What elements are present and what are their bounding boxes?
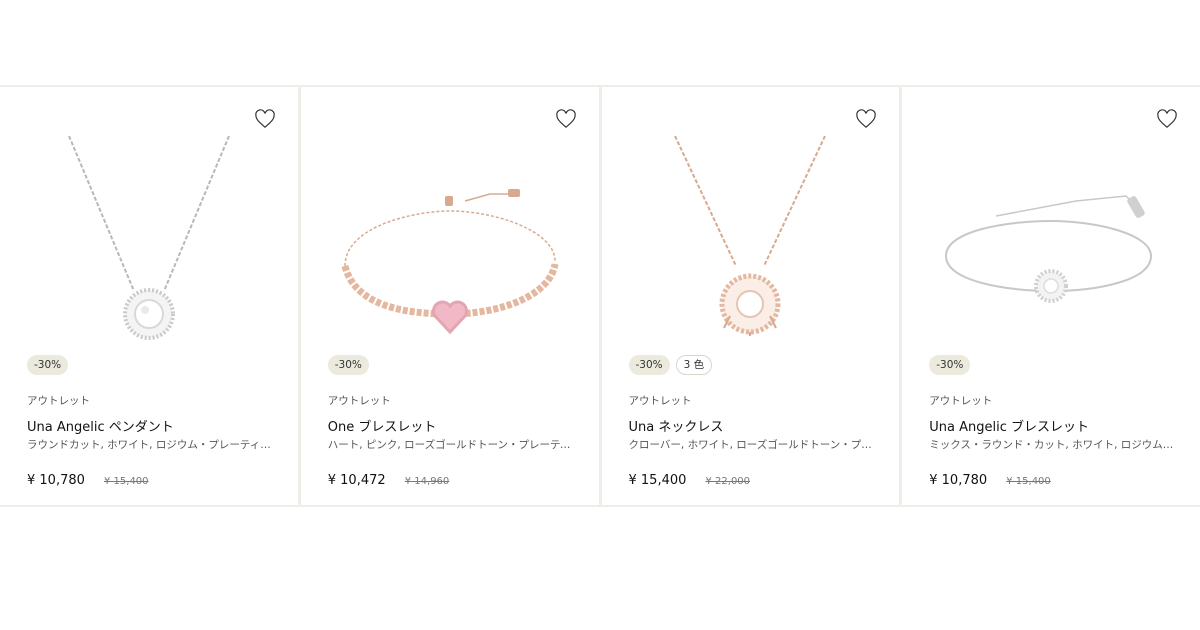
badges: -30% [929, 355, 971, 375]
product-description: ミックス・ラウンド・カット, ホワイト, ロジウム・… [929, 439, 1180, 451]
product-name[interactable]: Una ネックレス [629, 416, 724, 435]
original-price: ¥ 15,400 [1006, 476, 1051, 487]
product-name[interactable]: One ブレスレット [328, 416, 437, 435]
discount-badge: -30% [27, 355, 69, 375]
sale-price: ¥ 10,472 [327, 473, 386, 488]
heart-icon[interactable] [254, 109, 276, 129]
discount-badge: -30% [628, 355, 670, 375]
product-card[interactable]: -30% アウトレット Una Angelic ブレスレット ミックス・ラウンド… [902, 87, 1200, 505]
outlet-label: アウトレット [327, 395, 391, 407]
product-image[interactable] [902, 131, 1200, 381]
original-price: ¥ 14,960 [404, 476, 450, 487]
sale-price: ¥ 15,400 [628, 473, 687, 488]
pendant-image [67, 136, 230, 340]
heart-icon[interactable] [555, 109, 577, 129]
sale-price: ¥ 10,780 [27, 473, 85, 488]
outlet-label: アウトレット [27, 395, 90, 407]
product-card[interactable]: -30% 3 色 アウトレット Una ネックレス クローバー, ホワイト, ロ… [601, 87, 900, 505]
bracelet-image [341, 189, 559, 335]
discount-badge: -30% [929, 355, 971, 375]
product-grid: -30% アウトレット Una Angelic ペンダント ラウンドカット, ホ… [0, 85, 1200, 507]
product-image[interactable] [0, 131, 298, 381]
product-name[interactable]: Una Angelic ペンダント [27, 416, 174, 435]
outlet-label: アウトレット [628, 395, 692, 407]
discount-badge: -30% [327, 355, 369, 375]
outlet-label: アウトレット [929, 395, 993, 407]
original-price: ¥ 22,000 [705, 476, 751, 487]
product-card[interactable]: -30% アウトレット One ブレスレット ハート, ピンク, ローズゴールド… [300, 87, 599, 505]
product-image[interactable] [602, 131, 900, 381]
badges: -30% [27, 355, 69, 375]
badges: -30% 3 色 [628, 355, 713, 375]
sale-price: ¥ 10,780 [929, 473, 988, 488]
product-name[interactable]: Una Angelic ブレスレット [929, 416, 1089, 435]
colors-badge[interactable]: 3 色 [675, 355, 713, 375]
original-price: ¥ 15,400 [104, 476, 149, 487]
product-description: ハート, ピンク, ローズゴールドトーン・プレーティ… [327, 439, 578, 451]
product-image[interactable] [301, 131, 599, 381]
bracelet-image [945, 195, 1153, 303]
product-description: ラウンドカット, ホワイト, ロジウム・プレーティン… [27, 439, 277, 451]
product-description: クローバー, ホワイト, ローズゴールドトーン・プレ… [628, 439, 879, 451]
heart-icon[interactable] [855, 109, 877, 129]
heart-icon[interactable] [1156, 109, 1178, 129]
product-card[interactable]: -30% アウトレット Una Angelic ペンダント ラウンドカット, ホ… [0, 87, 298, 505]
badges: -30% [327, 355, 369, 375]
necklace-image [674, 136, 827, 336]
